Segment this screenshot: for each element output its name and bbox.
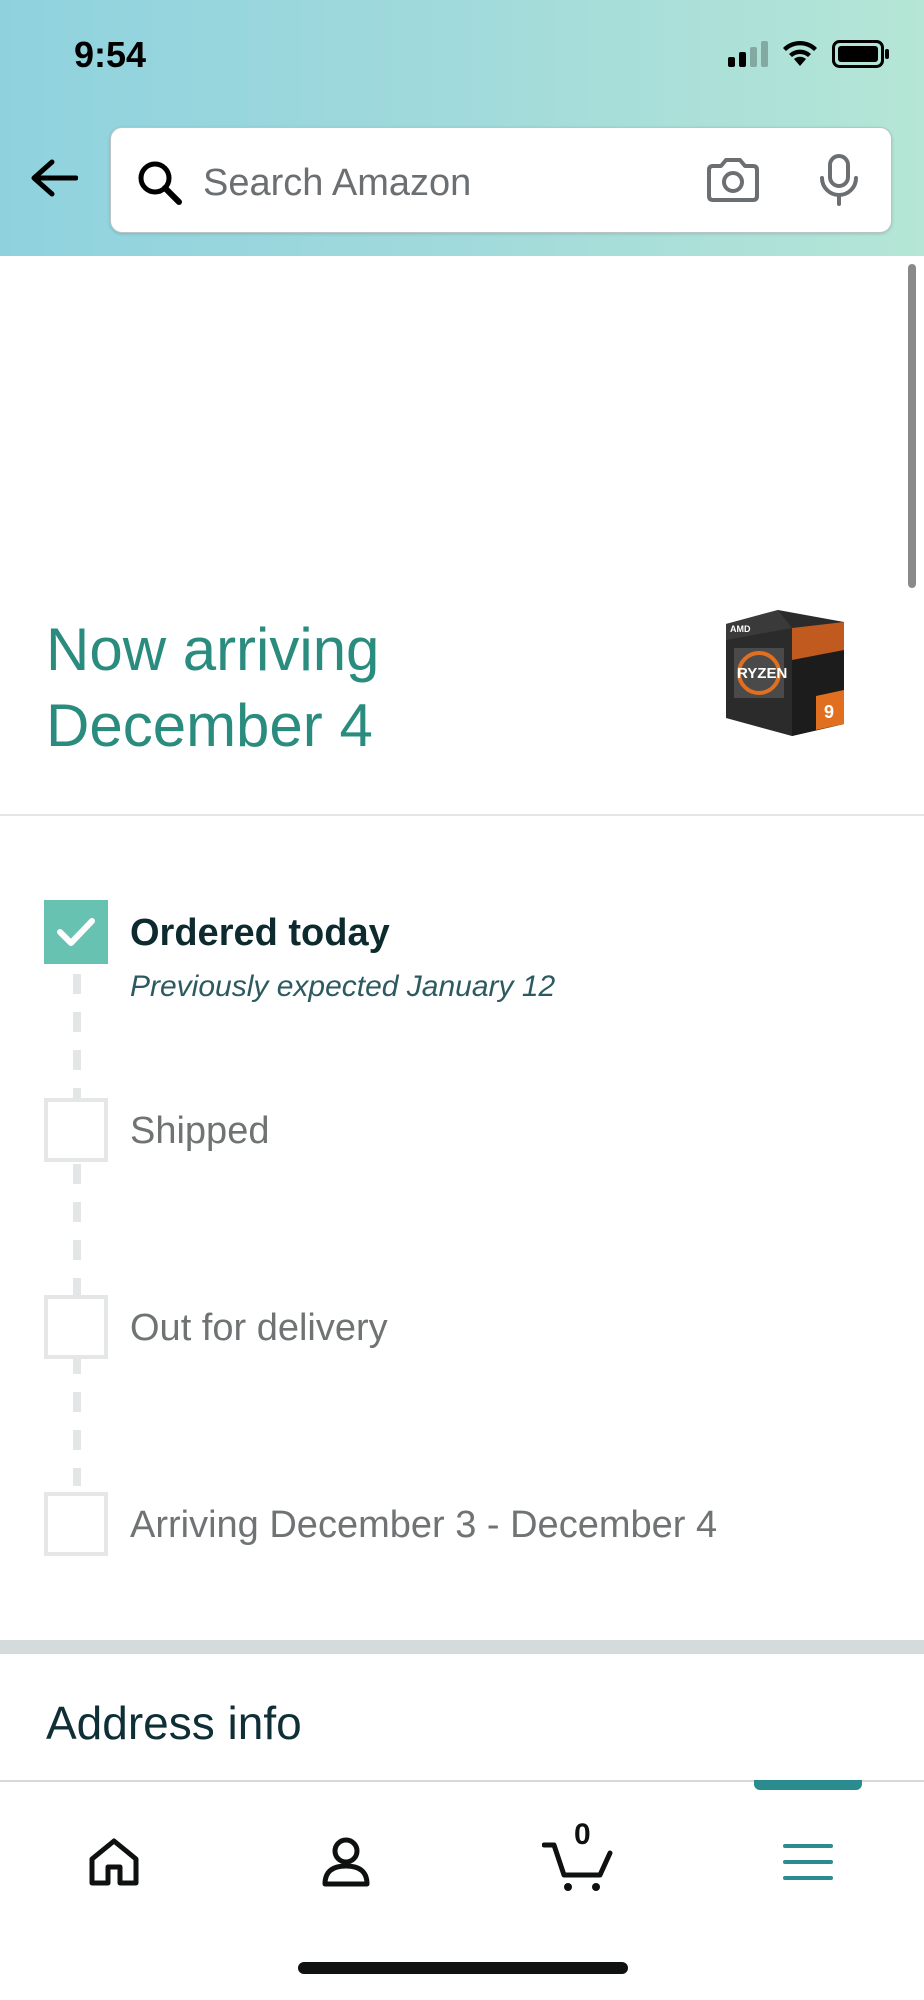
nav-cart[interactable]: 0 (538, 1818, 618, 1902)
back-arrow-icon (31, 159, 78, 197)
step-checkbox-shipped (44, 1098, 108, 1162)
step-sub-previously-expected: Previously expected January 12 (130, 970, 556, 1003)
menu-icon (783, 1844, 833, 1880)
step-checkbox-ordered (44, 900, 108, 964)
search-icon (138, 161, 182, 205)
product-image[interactable]: AMD RYZEN 9 (720, 606, 850, 736)
arrival-date: December 4 (46, 692, 373, 759)
status-time: 9:54 (74, 34, 147, 75)
microphone-icon[interactable] (817, 154, 861, 206)
step-checkbox-out-for-delivery (44, 1295, 108, 1359)
cellular-signal-icon (728, 41, 768, 67)
nav-active-indicator (754, 1780, 862, 1790)
account-icon (322, 1837, 370, 1887)
home-icon (89, 1838, 139, 1886)
wifi-icon (783, 40, 817, 66)
step-checkbox-arriving (44, 1492, 108, 1556)
section-divider (0, 1640, 924, 1654)
nav-account[interactable] (306, 1822, 386, 1902)
cart-count-badge: 0 (574, 1818, 591, 1851)
product-brand: AMD (730, 624, 751, 634)
scrollbar[interactable] (908, 264, 916, 588)
battery-icon (832, 40, 889, 68)
header: 9:54 Search Amazon (0, 0, 924, 256)
home-indicator (298, 1962, 628, 1974)
nav-menu[interactable] (768, 1822, 848, 1902)
nav-home[interactable] (74, 1822, 154, 1902)
search-input[interactable]: Search Amazon (203, 162, 471, 205)
step-label-arriving: Arriving December 3 - December 4 (130, 1504, 718, 1546)
checkmark-icon (57, 918, 95, 946)
arrival-heading: Now arriving December 4 (46, 612, 379, 764)
product-model: 9 (824, 702, 834, 722)
step-label-out-for-delivery: Out for delivery (130, 1307, 388, 1349)
back-button[interactable] (26, 150, 82, 206)
step-label-ordered: Ordered today (130, 912, 390, 954)
address-info-heading[interactable]: Address info (46, 1696, 302, 1750)
status-icons (728, 40, 890, 68)
timeline-connector (73, 974, 81, 1486)
arrival-line-1: Now arriving (46, 616, 380, 683)
step-label-shipped: Shipped (130, 1110, 270, 1152)
divider (0, 814, 924, 816)
product-name: RYZEN (737, 665, 787, 682)
search-bar[interactable]: Search Amazon (110, 127, 892, 233)
camera-icon[interactable] (705, 156, 761, 204)
